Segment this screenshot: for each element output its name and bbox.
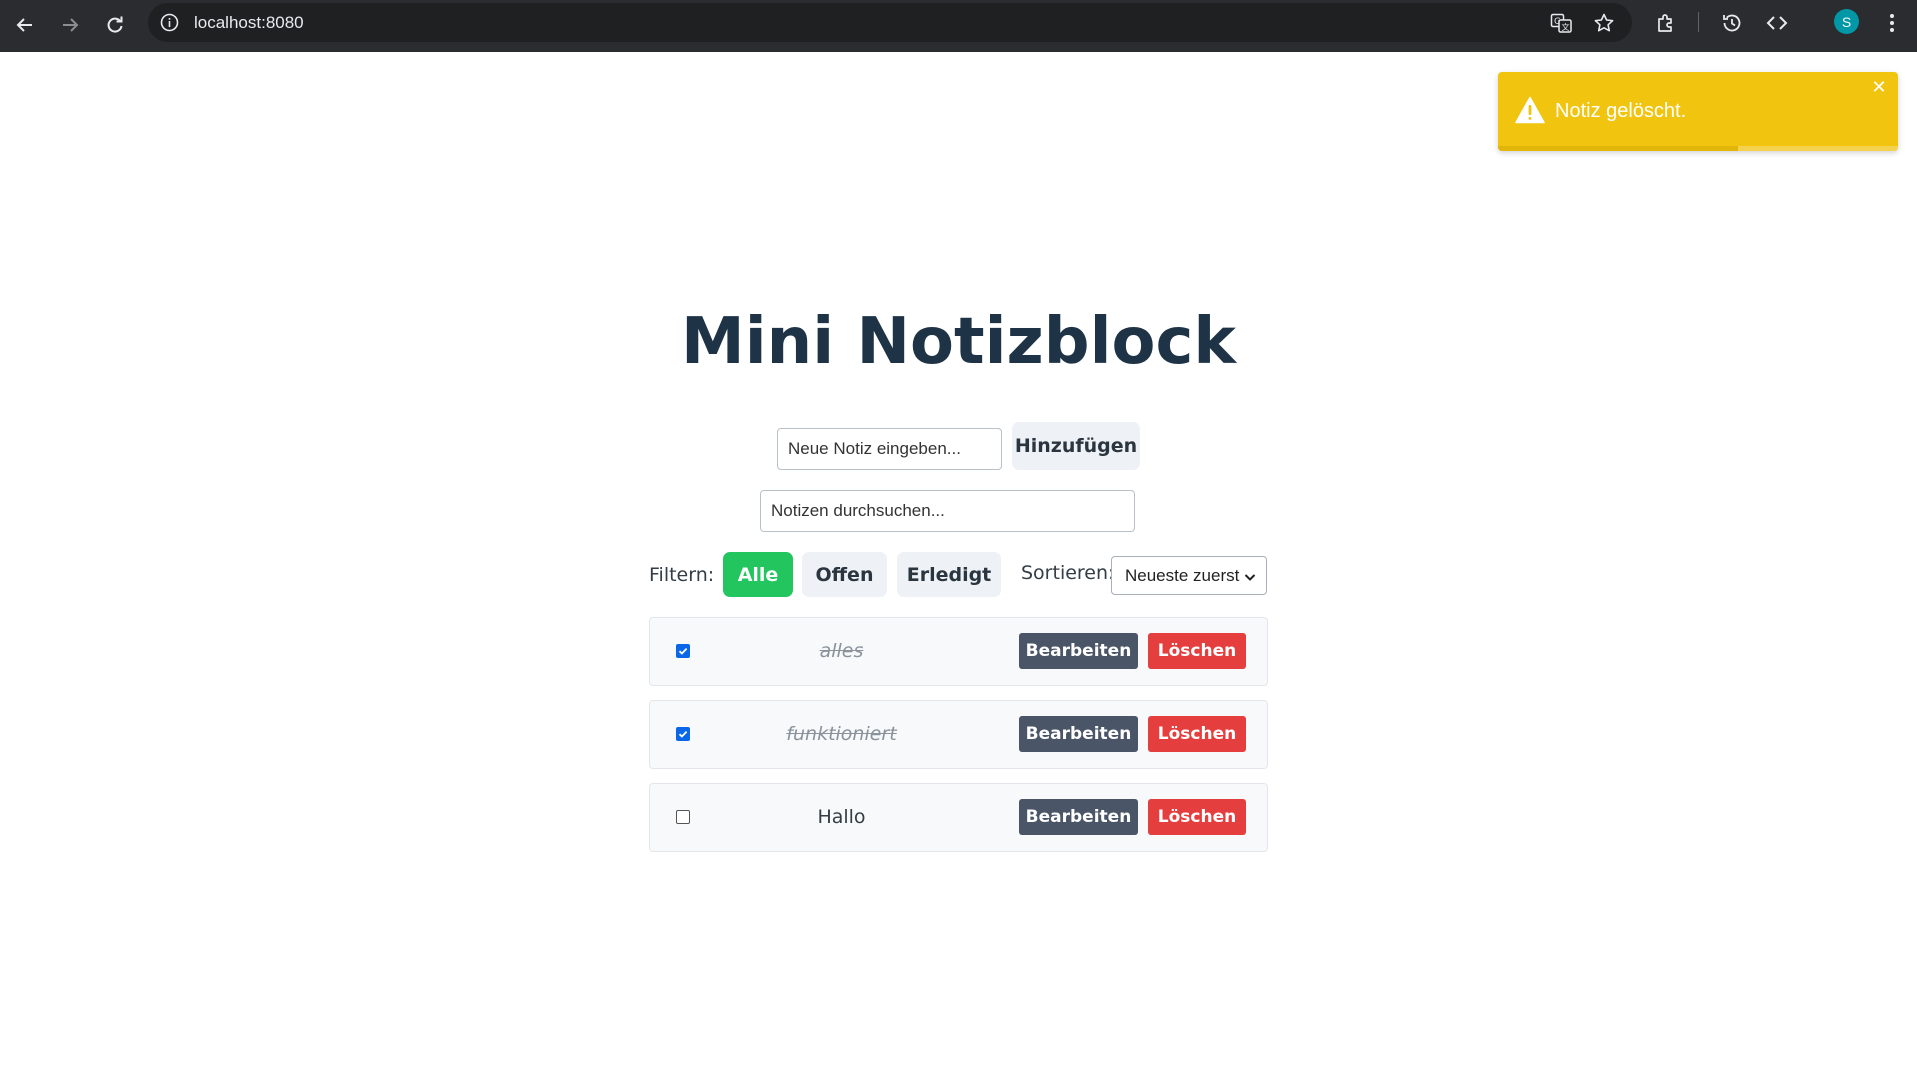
svg-text:文: 文 — [1562, 22, 1570, 32]
warning-icon — [1515, 96, 1545, 124]
delete-note-button[interactable]: Löschen — [1148, 633, 1246, 669]
extensions-icon[interactable] — [1654, 11, 1678, 35]
note-text: funktioniert — [786, 723, 897, 745]
forward-icon[interactable] — [53, 8, 87, 42]
profile-avatar[interactable]: S — [1834, 9, 1859, 34]
toolbar-divider — [1698, 12, 1699, 32]
menu-icon[interactable] — [1880, 11, 1904, 35]
note-text: Hallo — [817, 806, 866, 828]
sort-label: Sortieren: — [1021, 562, 1115, 584]
sort-select-value: Neueste zuerst — [1125, 565, 1240, 585]
note-done-checkbox[interactable] — [676, 810, 690, 824]
note-text: alles — [819, 640, 864, 662]
filter-done-button[interactable]: Erledigt — [897, 552, 1001, 597]
note-item: funktioniert Bearbeiten Löschen — [649, 700, 1268, 769]
note-done-checkbox[interactable] — [676, 644, 690, 658]
sort-select[interactable]: Neueste zuerst — [1111, 556, 1267, 595]
toast-message: Notiz gelöscht. — [1555, 100, 1687, 122]
edit-note-button[interactable]: Bearbeiten — [1019, 716, 1138, 752]
address-bar[interactable]: localhost:8080 G文 — [148, 3, 1632, 42]
note-item: Hallo Bearbeiten Löschen — [649, 783, 1268, 852]
filter-label: Filtern: — [649, 564, 715, 586]
delete-note-button[interactable]: Löschen — [1148, 716, 1246, 752]
history-icon[interactable] — [1720, 11, 1744, 35]
site-info-icon[interactable] — [160, 13, 179, 32]
add-note-button[interactable]: Hinzufügen — [1012, 422, 1140, 470]
url-text: localhost:8080 — [194, 13, 304, 32]
toast-progress-track — [1498, 146, 1898, 151]
filter-all-button[interactable]: Alle — [723, 552, 793, 597]
devtools-icon[interactable] — [1765, 11, 1789, 35]
note-list: alles Bearbeiten Löschen funktioniert Be… — [649, 617, 1268, 866]
page-title: Mini Notizblock — [681, 305, 1236, 379]
back-icon[interactable] — [8, 8, 42, 42]
filter-open-button[interactable]: Offen — [802, 552, 887, 597]
toast-progress-bar — [1498, 146, 1738, 151]
delete-note-button[interactable]: Löschen — [1148, 799, 1246, 835]
chevron-down-icon — [1243, 569, 1257, 583]
translate-icon[interactable]: G文 — [1550, 12, 1572, 34]
browser-toolbar: localhost:8080 G文 S — [0, 0, 1917, 52]
note-done-checkbox[interactable] — [676, 727, 690, 741]
new-note-input[interactable] — [777, 428, 1002, 470]
note-item: alles Bearbeiten Löschen — [649, 617, 1268, 686]
edit-note-button[interactable]: Bearbeiten — [1019, 799, 1138, 835]
toast-close-button[interactable]: ✕ — [1869, 78, 1889, 98]
search-input[interactable] — [760, 490, 1135, 532]
star-icon[interactable] — [1593, 12, 1615, 34]
reload-icon[interactable] — [98, 8, 132, 42]
edit-note-button[interactable]: Bearbeiten — [1019, 633, 1138, 669]
toast-notification: Notiz gelöscht. ✕ — [1498, 72, 1898, 151]
